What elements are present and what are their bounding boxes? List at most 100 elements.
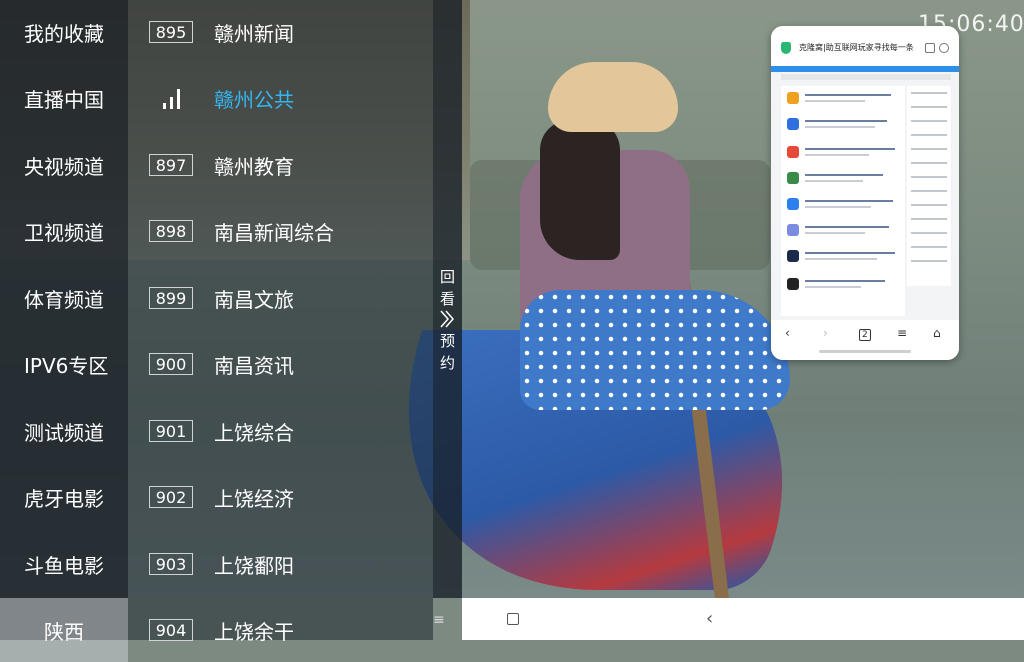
text-line	[805, 126, 875, 128]
system-nav-bar: ‹	[462, 598, 1024, 640]
category-label: 体育频道	[24, 287, 104, 312]
channel-row[interactable]: 899 南昌文旅	[128, 266, 433, 330]
text-line	[805, 252, 895, 254]
video-person-legs	[520, 290, 790, 410]
channel-row[interactable]: 895 赣州新闻	[128, 0, 433, 64]
channel-row[interactable]: 902 上饶经济	[128, 465, 433, 529]
side-label-char: 回	[439, 268, 455, 286]
video-person-hat	[548, 62, 678, 132]
category-label: 虎牙电影	[24, 486, 104, 511]
browser-toolbar: ‹ › 2 ≡ ⌂	[771, 320, 959, 360]
category-item[interactable]: IPV6专区	[0, 332, 128, 396]
category-item[interactable]: 体育频道	[0, 266, 128, 330]
list-item	[785, 116, 901, 136]
app-icon	[787, 172, 799, 184]
channel-name: 上饶余干	[214, 619, 294, 644]
list-item	[785, 248, 901, 268]
text-line	[805, 206, 871, 208]
replay-reservation-toggle[interactable]: 回 看 预 约	[433, 0, 462, 598]
app-icon	[787, 198, 799, 210]
channel-name: 南昌文旅	[214, 287, 294, 312]
text-line	[911, 120, 947, 122]
app-icon	[787, 278, 799, 290]
channel-row[interactable]: 897 赣州教育	[128, 133, 433, 197]
channel-name: 上饶鄱阳	[214, 553, 294, 578]
text-line	[911, 148, 947, 150]
text-line	[805, 180, 863, 182]
text-line	[911, 246, 947, 248]
text-line	[805, 232, 865, 234]
back-arrow-icon[interactable]: ‹	[785, 326, 790, 340]
list-item	[785, 90, 901, 110]
channel-number: 899	[149, 287, 193, 309]
channel-name: 上饶综合	[214, 420, 294, 445]
forward-arrow-icon[interactable]: ›	[823, 326, 828, 340]
category-item[interactable]: 央视频道	[0, 133, 128, 197]
text-line	[911, 134, 947, 136]
category-list: 我的收藏 直播中国 央视频道 卫视频道 体育频道 IPV6专区 测试频道 虎牙电…	[0, 0, 128, 662]
category-item[interactable]: 测试频道	[0, 399, 128, 463]
floating-browser-window[interactable]: 克隆窝|助互联网玩家寻找每一条 ‹ › 2 ≡ ⌂	[771, 26, 959, 360]
channel-row[interactable]: 904 上饶余干	[128, 598, 433, 662]
webpage-topbar	[771, 66, 959, 72]
side-label-char: 约	[439, 354, 455, 372]
app-icon	[787, 250, 799, 262]
channel-name: 赣州教育	[214, 154, 294, 179]
category-label: 陕西	[44, 619, 84, 644]
channel-number: 904	[149, 619, 193, 641]
channel-name: 南昌资讯	[214, 353, 294, 378]
category-item[interactable]: 我的收藏	[0, 0, 128, 64]
menu-lines-icon[interactable]: ≡	[433, 612, 445, 628]
list-item	[785, 276, 901, 296]
text-line	[805, 200, 893, 202]
channel-row[interactable]: 900 南昌资讯	[128, 332, 433, 396]
expand-icon[interactable]	[925, 43, 935, 53]
category-item[interactable]: 卫视频道	[0, 199, 128, 263]
tab-count-button[interactable]: 2	[859, 329, 871, 341]
video-person-hair	[540, 120, 620, 260]
category-label: IPV6专区	[24, 353, 109, 378]
app-icon	[787, 146, 799, 158]
text-line	[911, 260, 947, 262]
channel-row-playing[interactable]: 赣州公共	[128, 66, 433, 130]
category-item-selected[interactable]: 陕西	[0, 598, 128, 662]
text-line	[911, 176, 947, 178]
text-line	[805, 280, 885, 282]
category-item[interactable]: 虎牙电影	[0, 465, 128, 529]
category-item[interactable]: 直播中国	[0, 66, 128, 130]
channel-name: 上饶经济	[214, 486, 294, 511]
text-line	[805, 148, 895, 150]
category-label: 我的收藏	[24, 21, 104, 46]
recents-square-icon[interactable]	[507, 613, 519, 625]
category-label: 央视频道	[24, 154, 104, 179]
back-chevron-icon[interactable]: ‹	[706, 608, 713, 629]
webpage-sidebar	[907, 86, 951, 286]
text-line	[911, 106, 947, 108]
menu-icon[interactable]: ≡	[897, 326, 907, 340]
app-icon	[787, 92, 799, 104]
channel-name: 赣州新闻	[214, 21, 294, 46]
channel-number: 895	[149, 21, 193, 43]
close-icon[interactable]	[939, 43, 949, 53]
channel-row[interactable]: 898 南昌新闻综合	[128, 199, 433, 263]
signal-bars-icon	[163, 89, 180, 109]
text-line	[805, 100, 865, 102]
shield-icon	[781, 42, 791, 54]
home-icon[interactable]: ⌂	[933, 326, 941, 340]
channel-number: 903	[149, 553, 193, 575]
channel-number: 901	[149, 420, 193, 442]
text-line	[805, 120, 887, 122]
channel-row[interactable]: 901 上饶综合	[128, 399, 433, 463]
list-item	[785, 222, 901, 242]
list-item	[785, 144, 901, 164]
text-line	[805, 94, 891, 96]
category-item[interactable]: 斗鱼电影	[0, 532, 128, 596]
channel-row[interactable]: 903 上饶鄱阳	[128, 532, 433, 596]
channel-name: 赣州公共	[214, 87, 294, 112]
text-line	[805, 154, 869, 156]
floating-window-title: 克隆窝|助互联网玩家寻找每一条	[799, 43, 914, 52]
text-line	[805, 226, 889, 228]
category-label: 卫视频道	[24, 220, 104, 245]
drag-handle[interactable]	[819, 350, 911, 353]
app-icon	[787, 224, 799, 236]
